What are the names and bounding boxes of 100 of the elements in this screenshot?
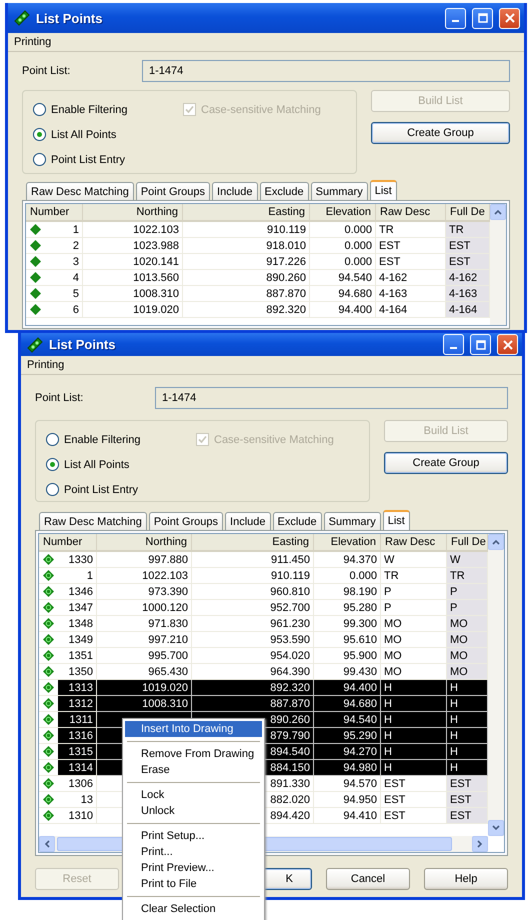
table-cell: 1315 bbox=[58, 744, 96, 759]
table-cell: 1019.020 bbox=[97, 680, 192, 696]
table-cell: 0.000 bbox=[310, 222, 376, 238]
table-cell: MO bbox=[381, 648, 447, 664]
table-cell: TR bbox=[381, 568, 447, 584]
table-cell: EST bbox=[446, 238, 490, 254]
table-cell: 0.000 bbox=[314, 568, 381, 584]
table-cell: W bbox=[447, 552, 488, 568]
table-cell: MO bbox=[447, 648, 488, 664]
table-cell: H bbox=[447, 744, 488, 760]
table-cell: 997.210 bbox=[97, 632, 192, 648]
table-cell: 1311 bbox=[58, 712, 96, 727]
table-cell: H bbox=[381, 696, 447, 712]
table-cell: 910.119 bbox=[192, 568, 314, 584]
table-cell: 0.000 bbox=[310, 254, 376, 270]
table-cell: 94.370 bbox=[314, 552, 381, 568]
table-cell: H bbox=[381, 680, 447, 696]
table-cell: 1316 bbox=[58, 728, 96, 743]
table-cell: EST bbox=[381, 792, 447, 808]
table-cell: EST bbox=[447, 776, 488, 792]
table-cell: H bbox=[447, 680, 488, 696]
table-cell: 99.430 bbox=[314, 664, 381, 680]
table-cell: 4-164 bbox=[376, 302, 446, 318]
table-cell: 1312 bbox=[58, 696, 96, 711]
table-cell: 1023.988 bbox=[83, 238, 183, 254]
table-cell: 94.400 bbox=[310, 302, 376, 318]
table-cell: EST bbox=[376, 238, 446, 254]
table-cell: 95.280 bbox=[314, 600, 381, 616]
table-cell: 890.260 bbox=[183, 270, 310, 286]
point-list-label: Point List: bbox=[22, 65, 72, 77]
table-cell: 960.810 bbox=[192, 584, 314, 600]
table-cell: EST bbox=[447, 808, 488, 824]
table-cell: TR bbox=[446, 222, 490, 238]
window-title: List Points bbox=[49, 337, 116, 352]
table-cell: 94.680 bbox=[310, 286, 376, 302]
table-cell: 94.540 bbox=[314, 712, 381, 728]
table-cell: 961.230 bbox=[192, 616, 314, 632]
table-cell: 4-162 bbox=[446, 270, 490, 286]
table-cell: 4-163 bbox=[446, 286, 490, 302]
table-cell: MO bbox=[381, 632, 447, 648]
table-cell: 1013.560 bbox=[83, 270, 183, 286]
table-cell: W bbox=[381, 552, 447, 568]
point-list-label: Point List: bbox=[35, 392, 84, 404]
table-cell: EST bbox=[376, 254, 446, 270]
table-cell: TR bbox=[447, 568, 488, 584]
table-cell: H bbox=[447, 728, 488, 744]
table-cell: 887.870 bbox=[192, 696, 314, 712]
table-cell: 995.700 bbox=[97, 648, 192, 664]
table-cell: P bbox=[447, 584, 488, 600]
table-cell: MO bbox=[447, 664, 488, 680]
table-cell: H bbox=[381, 760, 447, 776]
table-cell: 1019.020 bbox=[83, 302, 183, 318]
table-cell: 95.290 bbox=[314, 728, 381, 744]
table-cell: 954.020 bbox=[192, 648, 314, 664]
table-cell: 94.570 bbox=[314, 776, 381, 792]
table-cell: MO bbox=[381, 664, 447, 680]
table-cell: H bbox=[447, 760, 488, 776]
table-cell: 94.680 bbox=[314, 696, 381, 712]
table-cell: 94.270 bbox=[314, 744, 381, 760]
table-cell: EST bbox=[381, 808, 447, 824]
table-cell: TR bbox=[376, 222, 446, 238]
table-cell: 964.390 bbox=[192, 664, 314, 680]
table-cell: H bbox=[447, 712, 488, 728]
table-cell: 98.190 bbox=[314, 584, 381, 600]
table-cell: 94.950 bbox=[314, 792, 381, 808]
table-cell: 99.300 bbox=[314, 616, 381, 632]
table-cell: P bbox=[447, 600, 488, 616]
table-cell: P bbox=[381, 584, 447, 600]
table-cell: 1008.310 bbox=[97, 696, 192, 712]
table-cell: H bbox=[381, 728, 447, 744]
table-cell: H bbox=[381, 744, 447, 760]
table-cell: 911.450 bbox=[192, 552, 314, 568]
table-cell: 973.390 bbox=[97, 584, 192, 600]
table-cell: EST bbox=[446, 254, 490, 270]
table-cell: 971.830 bbox=[97, 616, 192, 632]
table-cell: EST bbox=[381, 776, 447, 792]
table-cell: 0.000 bbox=[310, 238, 376, 254]
table-cell: MO bbox=[447, 632, 488, 648]
table-cell: MO bbox=[447, 616, 488, 632]
table-cell: 953.590 bbox=[192, 632, 314, 648]
table-cell: H bbox=[447, 696, 488, 712]
table-cell: 1000.120 bbox=[97, 600, 192, 616]
table-cell: 4-163 bbox=[376, 286, 446, 302]
table-cell: 4-162 bbox=[376, 270, 446, 286]
table-cell: 910.119 bbox=[183, 222, 310, 238]
table-cell: 1020.141 bbox=[83, 254, 183, 270]
table-cell: 95.610 bbox=[314, 632, 381, 648]
table-cell: 917.226 bbox=[183, 254, 310, 270]
table-cell: P bbox=[381, 600, 447, 616]
table-cell: 94.400 bbox=[314, 680, 381, 696]
table-cell: EST bbox=[447, 792, 488, 808]
table-cell: 1022.103 bbox=[83, 222, 183, 238]
table-cell: 1314 bbox=[58, 760, 96, 775]
table-cell: 997.880 bbox=[97, 552, 192, 568]
table-cell: MO bbox=[381, 616, 447, 632]
table-cell: 1313 bbox=[58, 680, 96, 695]
table-cell: 94.540 bbox=[310, 270, 376, 286]
table-cell: 1022.103 bbox=[97, 568, 192, 584]
window-title: List Points bbox=[36, 10, 104, 26]
table-cell: 4-164 bbox=[446, 302, 490, 318]
